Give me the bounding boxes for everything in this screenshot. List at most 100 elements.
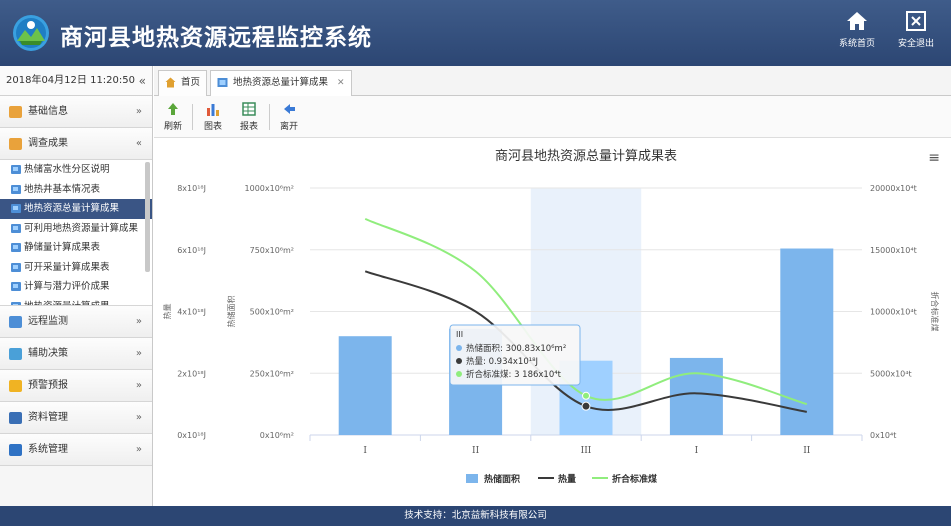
toolbar-divider bbox=[192, 104, 193, 130]
chart-view-button[interactable]: 图表 bbox=[198, 101, 228, 132]
sidebar-subitem[interactable]: 地热资源总量计算成果 bbox=[0, 199, 152, 219]
chart-title: 商河县地热资源总量计算成果表 bbox=[495, 149, 677, 164]
sidebar-section-label: 系统管理 bbox=[28, 444, 68, 455]
collapse-sidebar-button[interactable]: « bbox=[139, 66, 146, 96]
logo-icon bbox=[13, 15, 49, 51]
tab-home-label: 首页 bbox=[181, 77, 201, 88]
exit-icon bbox=[284, 104, 295, 114]
sidebar-subitem[interactable]: 地热资源量计算成果 bbox=[0, 297, 152, 305]
chart-view-label: 图表 bbox=[203, 122, 222, 132]
point-standard-coal bbox=[582, 391, 590, 400]
tooltip-line: 热量: 0.934x10¹⁸J bbox=[466, 356, 538, 367]
report-icon bbox=[11, 165, 21, 174]
heat-axis-tick: 6x10¹⁸J bbox=[177, 246, 206, 255]
geothermal-chart: 商河县地热资源总量计算成果表 ≡ 0x10¹⁸J 0x10⁶m² 0x10⁴t 2x10¹… bbox=[162, 149, 940, 485]
sidebar-subitem-label: 热储富水性分区说明 bbox=[24, 164, 110, 175]
sidebar-subitem[interactable]: 可利用地热资源量计算成果 bbox=[0, 219, 152, 239]
sidebar-section-label: 远程监测 bbox=[28, 316, 68, 327]
heat-axis-tick: 8x10¹⁸J bbox=[177, 184, 206, 193]
folder-icon bbox=[9, 106, 22, 118]
refresh-button[interactable]: 刷新 bbox=[158, 101, 188, 132]
area-axis-tick: 250x10⁶m² bbox=[250, 369, 294, 378]
sidebar-subitem-label: 计算与潜力评价成果 bbox=[24, 281, 110, 292]
sidebar-subitem-label: 可开采量计算成果表 bbox=[24, 261, 110, 273]
x-axis-tick-label: II bbox=[472, 446, 480, 456]
area-axis-tick: 0x10⁶m² bbox=[260, 431, 294, 440]
footer: 技术支持：北京益新科技有限公司 bbox=[0, 506, 951, 526]
sidebar-section-label: 辅助决策 bbox=[28, 348, 68, 359]
chevron-down-icon: » bbox=[135, 412, 142, 423]
heat-axis-title: 热量 bbox=[162, 304, 172, 320]
chart-menu-icon[interactable]: ≡ bbox=[928, 150, 940, 166]
folder-icon bbox=[9, 138, 22, 150]
legend-label: 热量 bbox=[558, 473, 576, 485]
logout-button[interactable]: 安全退出 bbox=[890, 10, 942, 49]
coal-axis-tick: 5000x10⁴t bbox=[870, 369, 912, 378]
tab-geothermal-total[interactable]: 地热资源总量计算成果 ✕ bbox=[210, 70, 352, 97]
sidebar: 2018年04月12日 11:20:50 « 基础信息 » 调查成果 « 热储富… bbox=[0, 66, 153, 506]
sidebar-subitem-label: 可利用地热资源量计算成果 bbox=[24, 222, 139, 234]
tab-home[interactable]: 首页 bbox=[158, 70, 208, 96]
refresh-label: 刷新 bbox=[163, 122, 182, 132]
bar-reservoir-area bbox=[669, 357, 723, 435]
tab-bar: 首页 地热资源总量计算成果 ✕ bbox=[154, 66, 951, 97]
system-home-label: 系统首页 bbox=[838, 39, 875, 49]
sidebar-section-basic-info[interactable]: 基础信息 » bbox=[0, 96, 152, 128]
area-axis-tick: 500x10⁶m² bbox=[250, 308, 294, 317]
x-axis-tick-label: I bbox=[695, 446, 699, 456]
report-icon bbox=[217, 78, 228, 87]
heat-axis-tick: 0x10¹⁸J bbox=[177, 431, 206, 440]
point-heat bbox=[581, 401, 591, 411]
toolbar: 刷新 图表 报表 离开 bbox=[154, 96, 951, 138]
main-panel: 首页 地热资源总量计算成果 ✕ 刷新 图表 报表 离开 商河县地热资源总量计算成… bbox=[154, 66, 951, 506]
tooltip-title: III bbox=[456, 330, 463, 339]
sidebar-subitem[interactable]: 计算与潜力评价成果 bbox=[0, 277, 152, 297]
datetime-bar: 2018年04月12日 11:20:50 « bbox=[0, 66, 152, 96]
area-axis-title: 热储面积 bbox=[226, 296, 236, 328]
sidebar-section-decision-support[interactable]: 辅助决策 » bbox=[0, 338, 152, 370]
sidebar-section-survey-results[interactable]: 调查成果 « bbox=[0, 128, 152, 160]
sidebar-section-label: 预警预报 bbox=[28, 380, 68, 391]
tab-close-icon[interactable]: ✕ bbox=[337, 78, 345, 88]
sidebar-section-early-warning[interactable]: 预警预报 » bbox=[0, 370, 152, 402]
sidebar-subitem[interactable]: 地热井基本情况表 bbox=[0, 180, 152, 200]
sidebar-section-system-management[interactable]: 系统管理 » bbox=[0, 434, 152, 466]
report-icon bbox=[11, 243, 21, 252]
sidebar-subitem[interactable]: 静储量计算成果表 bbox=[0, 238, 152, 258]
sidebar-subitem-label: 地热井基本情况表 bbox=[24, 183, 101, 195]
bar-reservoir-area bbox=[338, 336, 392, 435]
heat-axis-tick: 4x10¹⁸J bbox=[177, 308, 206, 317]
users-icon bbox=[9, 444, 22, 456]
coal-axis-tick: 15000x10⁴t bbox=[870, 246, 917, 255]
tooltip-line: 折合标准煤: 3 186x10⁴t bbox=[466, 369, 562, 380]
tooltip-marker bbox=[456, 358, 462, 364]
x-axis-tick-label: II bbox=[803, 446, 811, 456]
tooltip-marker bbox=[456, 371, 462, 377]
sidebar-section-data-management[interactable]: 资料管理 » bbox=[0, 402, 152, 434]
heat-axis-tick: 2x10¹⁸J bbox=[177, 369, 206, 378]
chevron-down-icon: » bbox=[135, 106, 142, 117]
globe-icon bbox=[9, 348, 22, 360]
monitor-icon bbox=[9, 316, 22, 328]
sidebar-section-label: 资料管理 bbox=[28, 412, 68, 423]
coal-axis-title: 折合标准煤 bbox=[930, 292, 940, 332]
table-icon bbox=[242, 102, 256, 116]
table-view-button[interactable]: 报表 bbox=[234, 101, 264, 132]
legend-marker-bar bbox=[466, 474, 478, 483]
table-view-label: 报表 bbox=[239, 122, 258, 132]
area-axis-tick: 750x10⁶m² bbox=[250, 246, 294, 255]
list-scrollbar[interactable] bbox=[145, 162, 150, 272]
datetime-text: 2018年04月12日 11:20:50 bbox=[6, 75, 135, 86]
home-icon bbox=[847, 12, 867, 30]
sidebar-subitem[interactable]: 热储富水性分区说明 bbox=[0, 160, 152, 180]
exit-button[interactable]: 离开 bbox=[274, 101, 304, 132]
bar-chart-icon bbox=[207, 104, 219, 116]
sidebar-section-label: 调查成果 bbox=[28, 138, 68, 149]
chart-area: 商河县地热资源总量计算成果表 ≡ 0x10¹⁸J 0x10⁶m² 0x10⁴t 2x10¹… bbox=[154, 138, 951, 506]
sidebar-subitem[interactable]: 可开采量计算成果表 bbox=[0, 258, 152, 278]
system-home-button[interactable]: 系统首页 bbox=[831, 10, 883, 49]
close-box-icon bbox=[906, 11, 926, 31]
chevron-down-icon: » bbox=[135, 348, 142, 359]
sidebar-section-remote-monitoring[interactable]: 远程监测 » bbox=[0, 306, 152, 338]
report-icon bbox=[11, 184, 21, 194]
